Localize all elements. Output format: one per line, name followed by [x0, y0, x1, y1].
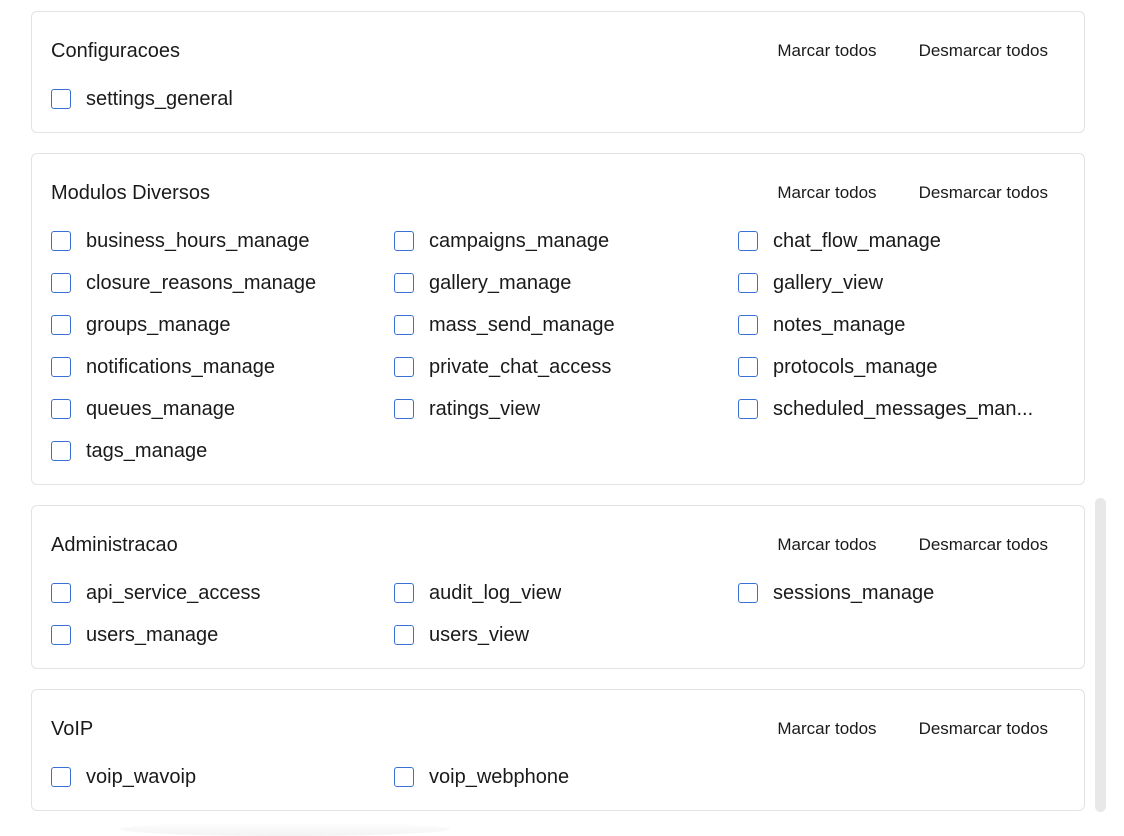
permission-checkbox[interactable] [738, 399, 758, 419]
permission-list: settings_general [51, 87, 1067, 111]
permission-item[interactable]: groups_manage [51, 313, 394, 337]
permission-checkbox[interactable] [51, 357, 71, 377]
permission-group-voip: VoIP Marcar todos Desmarcar todos voip_w… [31, 689, 1085, 811]
permission-checkbox[interactable] [738, 273, 758, 293]
permission-checkbox[interactable] [738, 583, 758, 603]
group-actions: Marcar todos Desmarcar todos [777, 39, 1048, 63]
permission-label: private_chat_access [429, 356, 612, 378]
permission-item[interactable]: mass_send_manage [394, 313, 738, 337]
permission-group-administracao: Administracao Marcar todos Desmarcar tod… [31, 505, 1085, 669]
permission-label: mass_send_manage [429, 314, 615, 336]
permission-checkbox[interactable] [394, 625, 414, 645]
permission-label: ratings_view [429, 398, 541, 420]
permission-label: tags_manage [86, 440, 208, 462]
deselect-all-button[interactable]: Desmarcar todos [919, 533, 1048, 557]
permission-checkbox[interactable] [738, 315, 758, 335]
permission-item[interactable]: voip_wavoip [51, 765, 394, 789]
permission-item[interactable]: sessions_manage [738, 581, 1067, 605]
permission-label: notifications_manage [86, 356, 276, 378]
permission-group-configuracoes: Configuracoes Marcar todos Desmarcar tod… [31, 11, 1085, 133]
permission-item[interactable]: protocols_manage [738, 355, 1067, 379]
permission-item[interactable]: campaigns_manage [394, 229, 738, 253]
permission-item[interactable]: ratings_view [394, 397, 738, 421]
permission-label: api_service_access [86, 582, 261, 604]
group-actions: Marcar todos Desmarcar todos [777, 533, 1048, 557]
group-actions: Marcar todos Desmarcar todos [777, 181, 1048, 205]
select-all-button[interactable]: Marcar todos [777, 181, 876, 205]
permission-item[interactable]: gallery_manage [394, 271, 738, 295]
permission-item[interactable]: queues_manage [51, 397, 394, 421]
permission-item[interactable]: users_view [394, 623, 738, 647]
permission-label: voip_webphone [429, 766, 570, 788]
permission-item[interactable]: audit_log_view [394, 581, 738, 605]
permission-list: business_hours_manage campaigns_manage cha… [51, 229, 1067, 463]
permission-checkbox[interactable] [51, 441, 71, 461]
permission-checkbox[interactable] [394, 273, 414, 293]
select-all-button[interactable]: Marcar todos [777, 533, 876, 557]
permission-label: campaigns_manage [429, 230, 610, 252]
permission-label: scheduled_messages_man... [773, 398, 1034, 420]
permission-label: notes_manage [773, 314, 906, 336]
permission-item[interactable]: notifications_manage [51, 355, 394, 379]
permission-group-modulos-diversos: Modulos Diversos Marcar todos Desmarcar … [31, 153, 1085, 485]
permission-checkbox[interactable] [51, 273, 71, 293]
permission-item[interactable]: settings_general [51, 87, 394, 111]
group-title: Administracao [51, 534, 178, 556]
group-actions: Marcar todos Desmarcar todos [777, 717, 1048, 741]
permission-checkbox[interactable] [738, 357, 758, 377]
vertical-scrollbar[interactable] [1095, 498, 1106, 812]
permission-item[interactable]: gallery_view [738, 271, 1067, 295]
permissions-panel: Configuracoes Marcar todos Desmarcar tod… [0, 0, 1124, 836]
permission-list: voip_wavoip voip_webphone [51, 765, 1067, 789]
permission-item[interactable]: closure_reasons_manage [51, 271, 394, 295]
permission-label: closure_reasons_manage [86, 272, 317, 294]
permission-item[interactable]: private_chat_access [394, 355, 738, 379]
permission-checkbox[interactable] [51, 625, 71, 645]
permission-checkbox[interactable] [394, 357, 414, 377]
permission-item[interactable]: tags_manage [51, 439, 394, 463]
permission-checkbox[interactable] [51, 89, 71, 109]
group-title: Configuracoes [51, 40, 180, 62]
permission-item[interactable]: notes_manage [738, 313, 1067, 337]
permission-item[interactable]: business_hours_manage [51, 229, 394, 253]
permission-item[interactable]: voip_webphone [394, 765, 738, 789]
permission-label: gallery_view [773, 272, 884, 294]
permission-checkbox[interactable] [51, 315, 71, 335]
permission-label: audit_log_view [429, 582, 562, 604]
permission-label: users_view [429, 624, 530, 646]
group-title: VoIP [51, 718, 94, 740]
deselect-all-button[interactable]: Desmarcar todos [919, 39, 1048, 63]
permission-item[interactable]: api_service_access [51, 581, 394, 605]
permission-label: users_manage [86, 624, 219, 646]
group-title: Modulos Diversos [51, 182, 210, 204]
permission-label: settings_general [86, 88, 233, 110]
deselect-all-button[interactable]: Desmarcar todos [919, 181, 1048, 205]
permission-label: business_hours_manage [86, 230, 310, 252]
permission-checkbox[interactable] [394, 231, 414, 251]
bottom-shadow [120, 822, 450, 836]
permission-label: chat_flow_manage [773, 230, 941, 252]
permission-checkbox[interactable] [51, 583, 71, 603]
permission-label: queues_manage [86, 398, 236, 420]
permission-checkbox[interactable] [394, 315, 414, 335]
permission-label: groups_manage [86, 314, 231, 336]
permission-item[interactable]: chat_flow_manage [738, 229, 1067, 253]
permission-list: api_service_access audit_log_view sessions… [51, 581, 1067, 647]
permission-checkbox[interactable] [738, 231, 758, 251]
permission-checkbox[interactable] [51, 767, 71, 787]
permission-label: sessions_manage [773, 582, 935, 604]
permission-checkbox[interactable] [51, 231, 71, 251]
permission-item[interactable]: users_manage [51, 623, 394, 647]
deselect-all-button[interactable]: Desmarcar todos [919, 717, 1048, 741]
permission-checkbox[interactable] [51, 399, 71, 419]
permission-item[interactable]: scheduled_messages_man... [738, 397, 1067, 421]
permission-label: voip_wavoip [86, 766, 197, 788]
permission-checkbox[interactable] [394, 583, 414, 603]
permission-checkbox[interactable] [394, 399, 414, 419]
select-all-button[interactable]: Marcar todos [777, 717, 876, 741]
select-all-button[interactable]: Marcar todos [777, 39, 876, 63]
permission-label: gallery_manage [429, 272, 572, 294]
permission-checkbox[interactable] [394, 767, 414, 787]
permission-label: protocols_manage [773, 356, 938, 378]
